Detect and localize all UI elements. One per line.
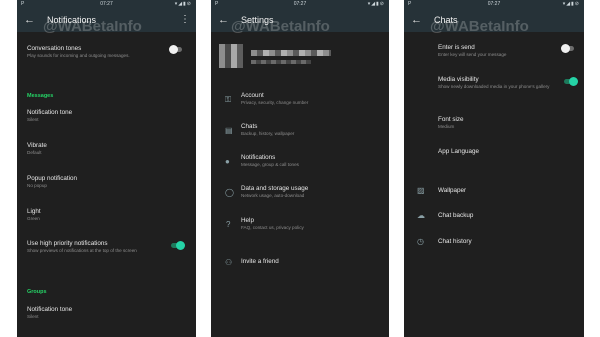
- settings-item-notifications[interactable]: Notifications Message, group & call tone…: [241, 154, 381, 168]
- setting-title: Conversation tones: [27, 45, 82, 52]
- enter-is-send-toggle[interactable]: [561, 44, 574, 53]
- status-icons: ▾◢▮⊘: [174, 1, 192, 7]
- status-time: 07:27: [487, 1, 501, 7]
- settings-item-subtitle: Network usage, auto-download: [241, 193, 305, 198]
- section-groups: Groups: [27, 289, 47, 295]
- settings-item-data-storage[interactable]: Data and storage usage Network usage, au…: [241, 185, 381, 199]
- back-arrow-icon[interactable]: ←: [411, 13, 422, 27]
- settings-item-chats[interactable]: Chats Backup, history, wallpaper: [241, 123, 381, 137]
- setting-notification-tone[interactable]: Notification tone Silent: [27, 109, 177, 123]
- high-priority-toggle[interactable]: [171, 241, 185, 250]
- setting-title: Font size: [438, 116, 464, 123]
- setting-title: App Language: [438, 148, 479, 155]
- data-usage-icon: ◯: [225, 188, 234, 197]
- setting-subtitle: Play sounds for incoming and outgoing me…: [27, 53, 130, 58]
- setting-title: Notification tone: [27, 109, 73, 116]
- bell-icon: ●: [225, 157, 230, 166]
- avatar: [219, 44, 243, 68]
- setting-subtitle: Medium: [438, 124, 455, 129]
- settings-item-invite[interactable]: Invite a friend: [241, 258, 381, 266]
- section-messages: Messages: [27, 93, 54, 99]
- setting-title: Notification tone: [27, 306, 73, 313]
- setting-app-language[interactable]: App Language: [438, 148, 558, 156]
- setting-subtitle: Green: [27, 216, 40, 221]
- settings-item-title: Notifications: [241, 154, 276, 161]
- settings-item-title: Invite a friend: [241, 258, 279, 265]
- setting-title: Popup notification: [27, 175, 78, 182]
- setting-subtitle: Silent: [27, 117, 39, 122]
- settings-item-subtitle: FAQ, contact us, privacy policy: [241, 225, 304, 230]
- history-icon: ◷: [417, 237, 424, 246]
- back-arrow-icon[interactable]: ←: [24, 13, 35, 27]
- setting-title: Chat history: [438, 238, 472, 245]
- chat-icon: ▤: [225, 126, 233, 135]
- setting-title: Use high priority notifications: [27, 240, 108, 247]
- status-bar: P 07:27 ▾◢▮⊘: [211, 0, 389, 8]
- setting-wallpaper[interactable]: Wallpaper: [438, 187, 558, 195]
- status-time: 07:27: [293, 1, 307, 7]
- settings-item-subtitle: Privacy, security, change number: [241, 100, 309, 105]
- settings-item-account[interactable]: Account Privacy, security, change number: [241, 92, 381, 106]
- profile-name-pixelated: [251, 50, 331, 56]
- settings-item-title: Help: [241, 217, 254, 224]
- setting-subtitle: No popup: [27, 183, 47, 188]
- setting-title: Wallpaper: [438, 187, 467, 194]
- setting-group-notification-tone[interactable]: Notification tone Silent: [27, 306, 177, 320]
- status-time: 07:27: [100, 1, 113, 7]
- setting-enter-is-send[interactable]: Enter is send Enter key will send your m…: [438, 44, 558, 58]
- media-visibility-toggle[interactable]: [564, 77, 578, 86]
- status-bar: P 07:27 ▾◢▮⊘: [404, 0, 584, 8]
- setting-chat-backup[interactable]: Chat backup: [438, 212, 558, 220]
- help-icon: ?: [226, 220, 231, 229]
- settings-screen: P 07:27 ▾◢▮⊘ ← Settings @WABetaInfo ⚿ Ac…: [211, 0, 389, 337]
- settings-item-title: Data and storage usage: [241, 185, 309, 192]
- setting-conversation-tones[interactable]: Conversation tones Play sounds for incom…: [27, 45, 167, 59]
- watermark: @WABetaInfo: [231, 18, 330, 35]
- setting-title: Enter is send: [438, 44, 475, 51]
- settings-item-subtitle: Message, group & call tones: [241, 162, 299, 167]
- cloud-backup-icon: ☁: [417, 211, 425, 220]
- watermark: @WABetaInfo: [430, 18, 529, 35]
- setting-title: Media visibility: [438, 76, 479, 83]
- setting-vibrate[interactable]: Vibrate Default: [27, 142, 177, 156]
- back-arrow-icon[interactable]: ←: [218, 13, 229, 27]
- chats-settings-screen: P 07:27 ▾◢▮⊘ ← Chats @WABetaInfo Enter i…: [404, 0, 584, 337]
- setting-subtitle: Show newly downloaded media in your phon…: [438, 84, 550, 89]
- settings-item-help[interactable]: Help FAQ, contact us, privacy policy: [241, 217, 381, 231]
- profile-status-pixelated: [251, 60, 311, 64]
- setting-subtitle: Silent: [27, 314, 39, 319]
- setting-media-visibility[interactable]: Media visibility Show newly downloaded m…: [438, 76, 554, 90]
- setting-font-size[interactable]: Font size Medium: [438, 116, 558, 130]
- setting-popup-notification[interactable]: Popup notification No popup: [27, 175, 177, 189]
- status-icons: ▾◢▮⊘: [367, 1, 385, 7]
- setting-title: Chat backup: [438, 212, 474, 219]
- setting-subtitle: Show previews of notifications at the to…: [27, 248, 137, 253]
- setting-light[interactable]: Light Green: [27, 208, 177, 222]
- conversation-tones-toggle[interactable]: [169, 45, 182, 54]
- watermark: @WABetaInfo: [43, 18, 142, 35]
- setting-chat-history[interactable]: Chat history: [438, 238, 558, 246]
- setting-high-priority[interactable]: Use high priority notifications Show pre…: [27, 240, 167, 254]
- status-bar: P 07:27 ▾◢▮⊘: [17, 0, 196, 8]
- settings-item-subtitle: Backup, history, wallpaper: [241, 131, 295, 136]
- setting-subtitle: Enter key will send your message: [438, 52, 507, 57]
- setting-title: Vibrate: [27, 142, 47, 149]
- key-icon: ⚿: [225, 95, 232, 104]
- setting-subtitle: Default: [27, 150, 42, 155]
- settings-item-title: Account: [241, 92, 264, 99]
- settings-item-title: Chats: [241, 123, 258, 130]
- wallpaper-icon: ▨: [417, 186, 425, 195]
- more-options-icon[interactable]: ⋮: [180, 13, 190, 27]
- notifications-screen: P 07:27 ▾◢▮⊘ ← Notifications ⋮ @WABetaIn…: [17, 0, 196, 337]
- status-icons: ▾◢▮⊘: [562, 1, 580, 7]
- setting-title: Light: [27, 208, 41, 215]
- invite-people-icon: ⚇: [225, 258, 233, 267]
